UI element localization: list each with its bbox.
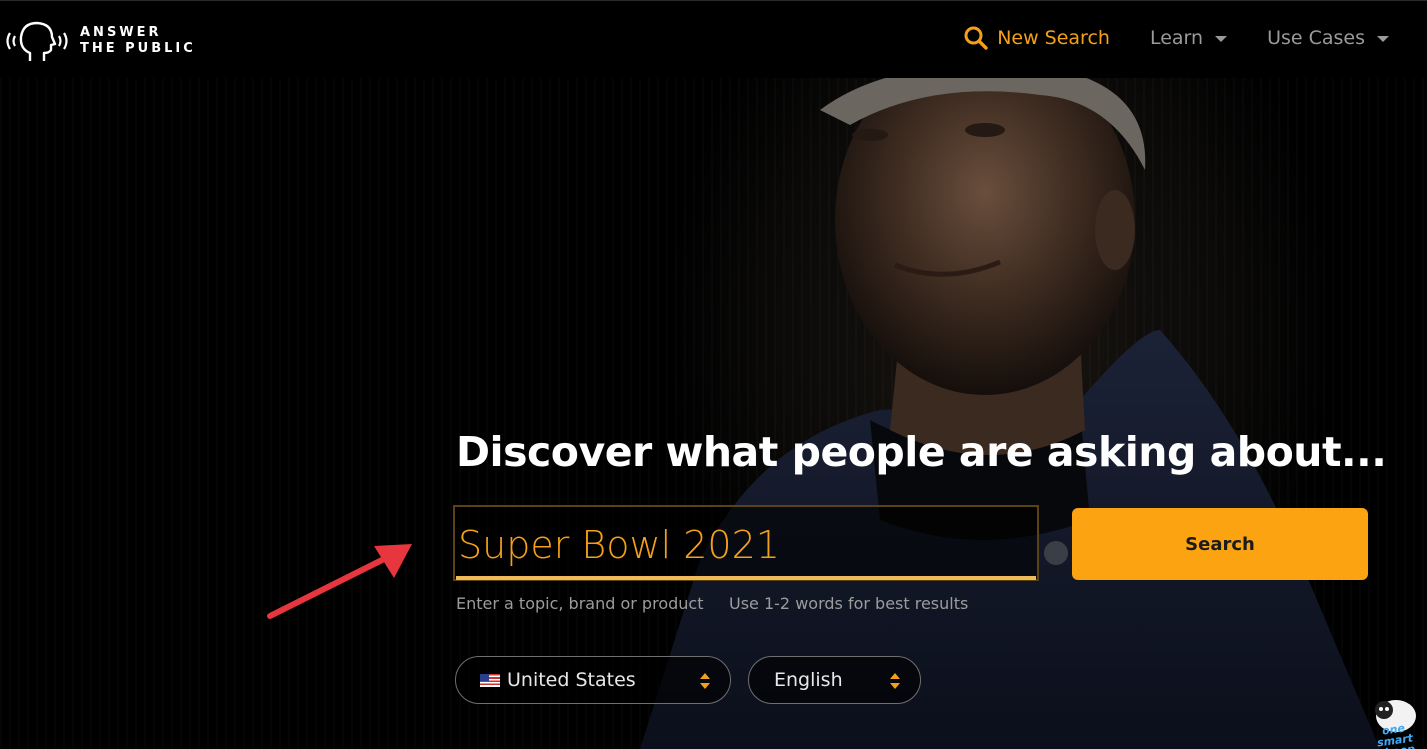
chevron-down-icon: [1215, 36, 1228, 42]
search-field-container: [453, 505, 1039, 581]
chevron-down-icon: [1377, 36, 1389, 42]
nav-learn-label: Learn: [1149, 27, 1204, 49]
brand-wordmark: ANSWER THE PUBLIC: [80, 25, 196, 57]
country-select-value: United States: [507, 669, 636, 691]
nav-new-search[interactable]: New Search: [963, 25, 1110, 51]
search-input-underline: [456, 576, 1036, 580]
search-icon: [964, 26, 988, 50]
search-input[interactable]: [455, 507, 1037, 579]
language-select[interactable]: English: [748, 656, 921, 704]
nav-use-cases-dropdown[interactable]: Use Cases: [1267, 27, 1389, 49]
top-navigation-bar: ANSWER THE PUBLIC New Search Learn Use C…: [0, 0, 1427, 78]
search-hint-words: Use 1-2 words for best results: [729, 594, 969, 613]
us-flag-icon: [480, 673, 500, 687]
speaking-head-icon: [6, 21, 68, 61]
hero-background: [0, 0, 1427, 749]
nav-use-cases-label: Use Cases: [1267, 27, 1365, 49]
country-select[interactable]: United States: [455, 656, 731, 704]
nav-new-search-label: New Search: [997, 27, 1110, 49]
portrait-image: [640, 45, 1380, 749]
main-nav: New Search Learn Use Cases: [963, 25, 1389, 51]
language-select-value: English: [774, 669, 843, 691]
updown-icon: [890, 672, 900, 690]
brand-logo[interactable]: ANSWER THE PUBLIC: [2, 17, 196, 65]
hero-headline: Discover what people are asking about...: [456, 428, 1387, 476]
brand-line-1: ANSWER: [80, 25, 162, 40]
annotation-arrow-icon: [267, 544, 412, 619]
search-button[interactable]: Search: [1072, 508, 1368, 580]
updown-icon: [700, 672, 710, 690]
brand-line-2: THE PUBLIC: [80, 41, 196, 56]
search-hint-topic: Enter a topic, brand or product: [456, 594, 704, 613]
nav-learn-dropdown[interactable]: Learn: [1149, 27, 1228, 49]
